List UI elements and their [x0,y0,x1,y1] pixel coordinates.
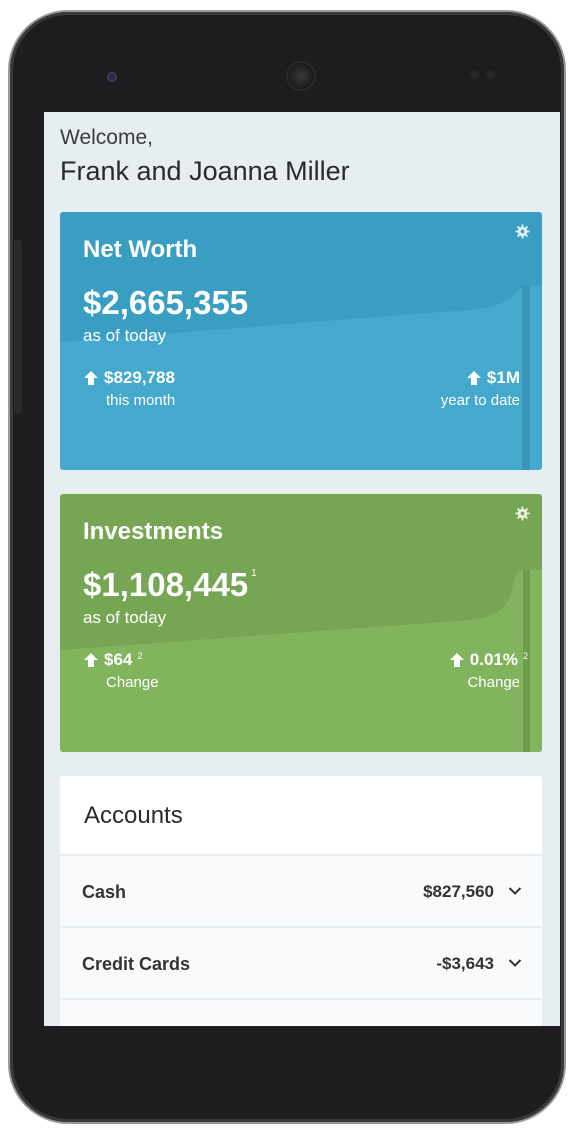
ytd-change-label: year to date [440,392,520,409]
account-value: -$3,643 [436,954,494,973]
chevron-down-icon[interactable] [508,958,522,968]
change-value: $64 [104,650,133,669]
speaker-icon [288,63,314,89]
footnote-marker: 1 [251,568,257,579]
accounts-title: Accounts [84,802,183,829]
investments-amount-row: $1,108,445 1 [83,566,257,604]
change-pct-value: 0.01% [469,650,518,669]
phone-side-button [14,240,22,414]
change-label: Change [106,674,159,691]
account-row-cash[interactable]: Cash $827,560 [60,854,542,926]
accounts-panel: Accounts Cash $827,560 Credit Cards -$3,… [60,776,542,1026]
arrow-up-icon [84,653,98,667]
net-worth-month-stat: $829,788 this month [83,368,175,409]
investments-card[interactable]: Investments $1,108,445 1 as of today $64 2… [60,494,542,752]
net-worth-title: Net Worth [83,236,198,263]
account-name: Cash [82,882,127,902]
investments-change-pct-stat: 0.01% 2 Change [449,650,528,691]
welcome-text: Welcome, [60,126,153,149]
month-change-value: $829,788 [104,368,175,387]
investments-change-stat: $64 2 Change [83,650,159,691]
investments-as-of: as of today [83,608,167,627]
investments-amount: $1,108,445 [83,566,249,603]
account-row-partial[interactable] [60,998,542,1026]
net-worth-as-of: as of today [83,326,167,345]
gear-icon[interactable] [515,506,530,521]
sensor-icon [470,70,479,79]
ytd-change-value: $1M [486,368,520,387]
net-worth-ytd-stat: $1M year to date [441,368,520,409]
chevron-down-icon[interactable] [508,886,522,896]
arrow-up-icon [84,371,98,385]
net-worth-card[interactable]: Net Worth $2,665,355 as of today $829,78… [60,212,542,470]
investments-title: Investments [83,518,224,545]
change-pct-label: Change [467,674,520,691]
arrow-up-icon [466,371,481,385]
arrow-up-icon [449,653,464,667]
account-row-credit-cards[interactable]: Credit Cards -$3,643 [60,926,542,998]
footnote-marker: 2 [137,651,143,661]
account-name: Credit Cards [82,954,191,974]
account-value: $827,560 [423,882,494,901]
net-worth-amount: $2,665,355 [83,284,249,321]
gear-icon[interactable] [515,224,530,239]
month-change-label: this month [106,392,176,409]
sensor-icon [486,70,495,79]
phone-frame: Welcome, Frank and Joanna Miller Net Wor… [10,12,564,1122]
app-screen: Welcome, Frank and Joanna Miller Net Wor… [44,112,560,1026]
user-name: Frank and Joanna Miller [60,156,350,186]
camera-icon [107,72,117,82]
footnote-marker: 2 [522,651,528,661]
